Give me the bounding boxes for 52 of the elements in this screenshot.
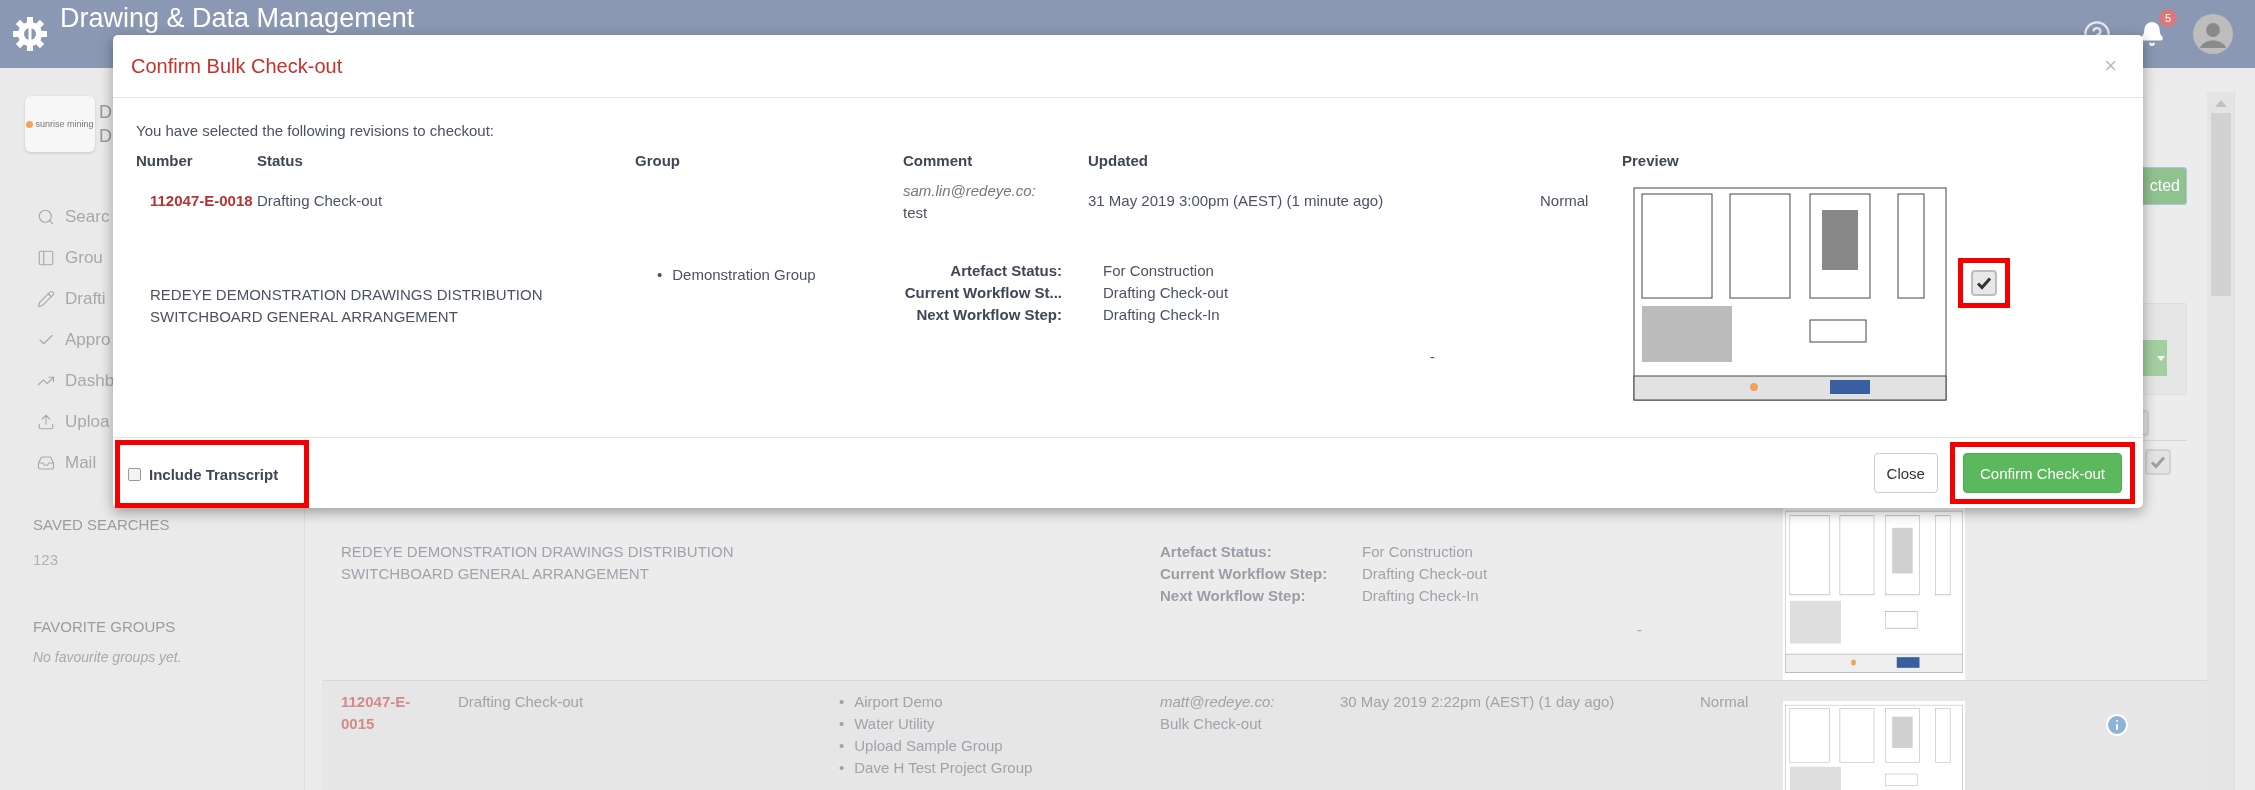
detail-label: Current Workflow Step: bbox=[1160, 564, 1329, 584]
organisation-subtitle: D bbox=[99, 125, 112, 148]
comment-author: matt@redeye.co: bbox=[1160, 692, 1276, 712]
comment-text: test bbox=[903, 204, 928, 221]
bullet-mark: • bbox=[657, 265, 663, 285]
group-item: Airport Demo bbox=[854, 692, 943, 712]
bullet-mark: • bbox=[839, 692, 845, 712]
drawing-description: REDEYE DEMONSTRATION DRAWINGS DISTRIBUTION SWITCHBOARD GENERAL ARRANGEMENT bbox=[341, 542, 735, 584]
organisation-name: D bbox=[99, 101, 112, 124]
column-header: Updated bbox=[1088, 152, 1148, 169]
detail-label: Current Workflow St... bbox=[903, 283, 1062, 303]
bullet-mark: • bbox=[839, 714, 845, 734]
column-header: Preview bbox=[1622, 152, 1679, 169]
comment-text: Bulk Check-out bbox=[1160, 715, 1262, 732]
column-header: Comment bbox=[903, 152, 973, 169]
column-header: Number bbox=[136, 152, 193, 169]
detail-value: Drafting Check-In bbox=[1362, 586, 1480, 606]
notification-badge: 5 bbox=[2159, 9, 2177, 27]
priority-text: Normal bbox=[1540, 192, 1589, 209]
app-title: Drawing & Data Management bbox=[60, 3, 415, 33]
bullet-mark: • bbox=[839, 758, 845, 778]
dialog-title: Confirm Bulk Check-out bbox=[131, 54, 343, 78]
detail-value: For Construction bbox=[1362, 542, 1474, 562]
updated-text: 30 May 2019 2:22pm (AEST) (1 day ago) bbox=[1340, 693, 1615, 710]
group-item: Water Utility bbox=[854, 714, 935, 734]
group-item: Upload Sample Group bbox=[854, 736, 1003, 756]
detail-value: Drafting Check-In bbox=[1103, 305, 1221, 325]
detail-value: For Construction bbox=[1103, 261, 1215, 281]
status-text: Drafting Check-out bbox=[257, 192, 383, 209]
section-heading: FAVORITE GROUPS bbox=[33, 618, 177, 635]
column-header: Status bbox=[257, 152, 303, 169]
detail-value: Drafting Check-out bbox=[1362, 564, 1489, 584]
status-text: Drafting Check-out bbox=[458, 693, 584, 710]
company-logo: sunrise mining bbox=[25, 96, 95, 152]
drawing-description: REDEYE DEMONSTRATION DRAWINGS DISTRIBUTION SWITCHBOARD GENERAL ARRANGEMENT bbox=[150, 285, 544, 327]
detail-label: Next Workflow Step: bbox=[1160, 586, 1307, 606]
detail-label: Next Workflow Step: bbox=[915, 305, 1062, 325]
bullet-mark: • bbox=[839, 736, 845, 756]
comment-author: sam.lin@redeye.co: bbox=[903, 181, 1037, 201]
detail-label: Artefact Status: bbox=[1160, 542, 1273, 562]
column-header: Group bbox=[635, 152, 680, 169]
priority-text: Normal bbox=[1700, 693, 1749, 710]
section-heading: SAVED SEARCHES bbox=[33, 516, 171, 533]
dash-text: - bbox=[1430, 347, 1435, 367]
updated-text: 31 May 2019 3:00pm (AEST) (1 minute ago) bbox=[1088, 192, 1384, 209]
empty-message: No favourite groups yet. bbox=[33, 649, 183, 665]
intro-text: You have selected the following revisions to checkout: bbox=[136, 121, 495, 141]
detail-value: Drafting Check-out bbox=[1103, 283, 1230, 303]
group-item: Dave H Test Project Group bbox=[854, 758, 1033, 778]
dash-text: - bbox=[1637, 620, 1642, 640]
group-item: Demonstration Group bbox=[672, 265, 816, 285]
detail-label: Artefact Status: bbox=[949, 261, 1062, 281]
